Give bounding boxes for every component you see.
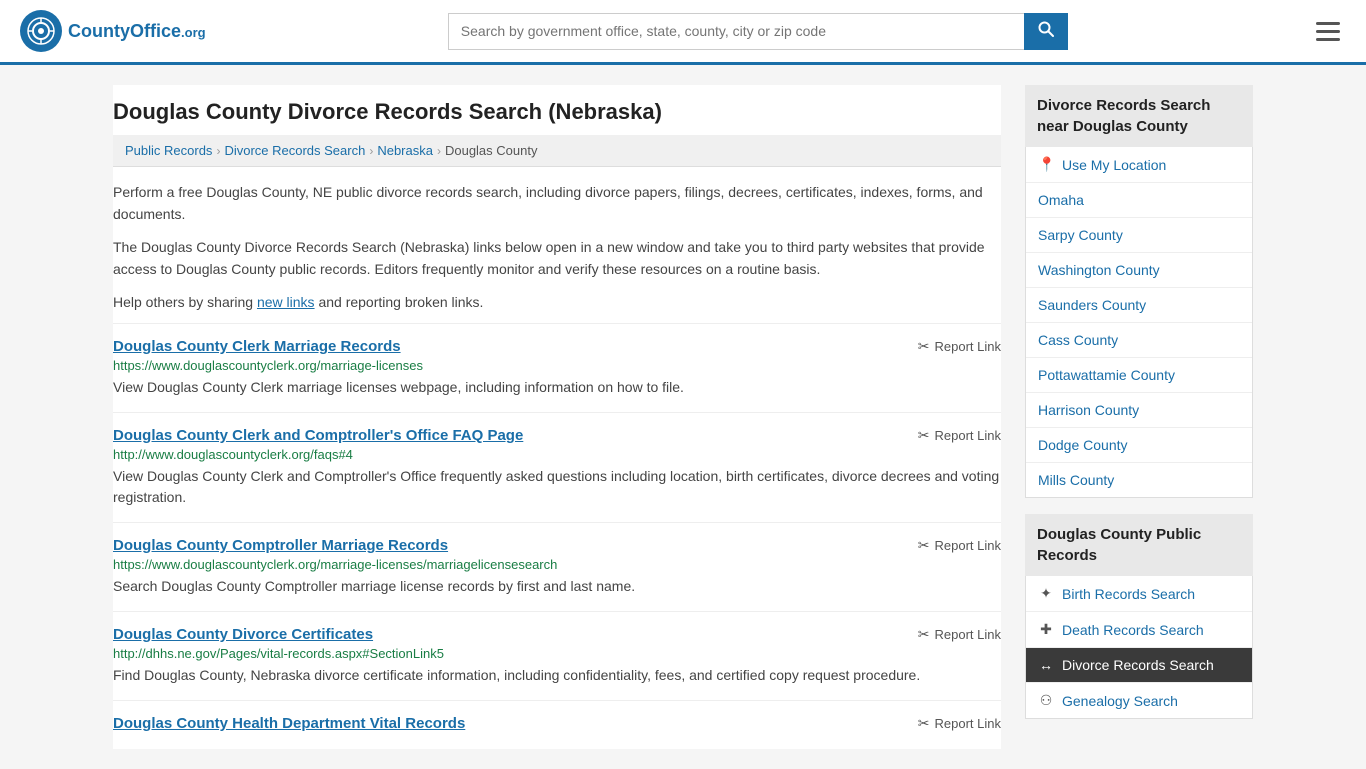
sidebar-item-dodge[interactable]: Dodge County [1026, 428, 1252, 463]
result-item-4: Douglas County Health Department Vital R… [113, 700, 1001, 749]
search-input[interactable] [448, 13, 1024, 50]
result-title-3[interactable]: Douglas County Divorce Certificates [113, 626, 373, 643]
report-link-3[interactable]: ✂ Report Link [918, 626, 1001, 643]
scissors-icon-0: ✂ [918, 338, 930, 355]
breadcrumb-public-records[interactable]: Public Records [125, 143, 212, 158]
location-pin-icon: 📍 [1038, 156, 1054, 173]
result-title-1[interactable]: Douglas County Clerk and Comptroller's O… [113, 427, 523, 444]
result-item-0: Douglas County Clerk Marriage Records ✂ … [113, 323, 1001, 412]
sidebar-divorce-records[interactable]: ↔ Divorce Records Search [1026, 648, 1252, 683]
logo-text: CountyOffice.org [68, 21, 206, 42]
result-url-1: http://www.douglascountyclerk.org/faqs#4 [113, 447, 1001, 462]
genealogy-link[interactable]: Genealogy Search [1062, 693, 1178, 709]
sidebar-item-pottawattamie[interactable]: Pottawattamie County [1026, 358, 1252, 393]
search-button[interactable] [1024, 13, 1068, 50]
sidebar-death-records[interactable]: ✚ Death Records Search [1026, 612, 1252, 648]
result-title-0[interactable]: Douglas County Clerk Marriage Records [113, 338, 401, 355]
breadcrumb: Public Records › Divorce Records Search … [113, 135, 1001, 167]
result-url-0: https://www.douglascountyclerk.org/marri… [113, 358, 1001, 373]
sidebar-public-records-header: Douglas County Public Records [1025, 514, 1253, 576]
result-title-4[interactable]: Douglas County Health Department Vital R… [113, 715, 465, 732]
divorce-icon: ↔ [1038, 657, 1054, 673]
result-item-1: Douglas County Clerk and Comptroller's O… [113, 412, 1001, 522]
search-bar [448, 13, 1068, 50]
sidebar-use-location[interactable]: 📍 Use My Location [1026, 147, 1252, 183]
breadcrumb-nebraska[interactable]: Nebraska [377, 143, 433, 158]
hamburger-menu[interactable] [1310, 16, 1346, 47]
intro-paragraph-3: Help others by sharing new links and rep… [113, 291, 1001, 313]
intro-paragraph-2: The Douglas County Divorce Records Searc… [113, 236, 1001, 281]
cass-county-link[interactable]: Cass County [1038, 332, 1118, 348]
sidebar: Divorce Records Search near Douglas Coun… [1025, 85, 1253, 749]
sidebar-item-mills[interactable]: Mills County [1026, 463, 1252, 497]
main-wrapper: Douglas County Divorce Records Search (N… [93, 65, 1273, 769]
scissors-icon-3: ✂ [918, 626, 930, 643]
result-item-2: Douglas County Comptroller Marriage Reco… [113, 522, 1001, 611]
sidebar-item-harrison[interactable]: Harrison County [1026, 393, 1252, 428]
sidebar-nearby-section: Divorce Records Search near Douglas Coun… [1025, 85, 1253, 498]
use-location-link[interactable]: Use My Location [1062, 157, 1166, 173]
result-url-2: https://www.douglascountyclerk.org/marri… [113, 557, 1001, 572]
sidebar-item-saunders[interactable]: Saunders County [1026, 288, 1252, 323]
sidebar-item-sarpy[interactable]: Sarpy County [1026, 218, 1252, 253]
mills-county-link[interactable]: Mills County [1038, 472, 1114, 488]
birth-records-link[interactable]: Birth Records Search [1062, 586, 1195, 602]
report-link-0[interactable]: ✂ Report Link [918, 338, 1001, 355]
page-title: Douglas County Divorce Records Search (N… [113, 85, 1001, 135]
sidebar-genealogy[interactable]: ⚇ Genealogy Search [1026, 683, 1252, 718]
scissors-icon-2: ✂ [918, 537, 930, 554]
result-desc-0: View Douglas County Clerk marriage licen… [113, 377, 1001, 398]
content-area: Douglas County Divorce Records Search (N… [113, 85, 1001, 749]
result-desc-1: View Douglas County Clerk and Comptrolle… [113, 466, 1001, 508]
scissors-icon-1: ✂ [918, 427, 930, 444]
divorce-records-text: Divorce Records Search [1062, 657, 1214, 673]
genealogy-icon: ⚇ [1038, 692, 1054, 709]
sidebar-birth-records[interactable]: ✦ Birth Records Search [1026, 576, 1252, 612]
new-links[interactable]: new links [257, 294, 315, 310]
saunders-county-link[interactable]: Saunders County [1038, 297, 1146, 313]
birth-icon: ✦ [1038, 585, 1054, 602]
washington-county-link[interactable]: Washington County [1038, 262, 1160, 278]
report-link-2[interactable]: ✂ Report Link [918, 537, 1001, 554]
sidebar-item-cass[interactable]: Cass County [1026, 323, 1252, 358]
sidebar-public-records-section: Douglas County Public Records ✦ Birth Re… [1025, 514, 1253, 719]
result-title-2[interactable]: Douglas County Comptroller Marriage Reco… [113, 537, 448, 554]
sarpy-county-link[interactable]: Sarpy County [1038, 227, 1123, 243]
scissors-icon-4: ✂ [918, 715, 930, 732]
harrison-county-link[interactable]: Harrison County [1038, 402, 1139, 418]
sidebar-nearby-body: 📍 Use My Location Omaha Sarpy County Was… [1025, 147, 1253, 498]
breadcrumb-divorce-records[interactable]: Divorce Records Search [224, 143, 365, 158]
breadcrumb-current: Douglas County [445, 143, 538, 158]
dodge-county-link[interactable]: Dodge County [1038, 437, 1128, 453]
sidebar-item-washington[interactable]: Washington County [1026, 253, 1252, 288]
pottawattamie-county-link[interactable]: Pottawattamie County [1038, 367, 1175, 383]
result-desc-2: Search Douglas County Comptroller marria… [113, 576, 1001, 597]
logo-area: CountyOffice.org [20, 10, 206, 52]
death-records-link[interactable]: Death Records Search [1062, 622, 1204, 638]
sidebar-nearby-header: Divorce Records Search near Douglas Coun… [1025, 85, 1253, 147]
logo-icon [20, 10, 62, 52]
intro-paragraph-1: Perform a free Douglas County, NE public… [113, 181, 1001, 226]
report-link-4[interactable]: ✂ Report Link [918, 715, 1001, 732]
results-list: Douglas County Clerk Marriage Records ✂ … [113, 323, 1001, 749]
intro-text: Perform a free Douglas County, NE public… [113, 167, 1001, 313]
result-item-3: Douglas County Divorce Certificates ✂ Re… [113, 611, 1001, 700]
death-icon: ✚ [1038, 621, 1054, 638]
header: CountyOffice.org [0, 0, 1366, 65]
report-link-1[interactable]: ✂ Report Link [918, 427, 1001, 444]
result-url-3: http://dhhs.ne.gov/Pages/vital-records.a… [113, 646, 1001, 661]
sidebar-item-omaha[interactable]: Omaha [1026, 183, 1252, 218]
sidebar-public-records-body: ✦ Birth Records Search ✚ Death Records S… [1025, 576, 1253, 719]
result-desc-3: Find Douglas County, Nebraska divorce ce… [113, 665, 1001, 686]
omaha-link[interactable]: Omaha [1038, 192, 1084, 208]
